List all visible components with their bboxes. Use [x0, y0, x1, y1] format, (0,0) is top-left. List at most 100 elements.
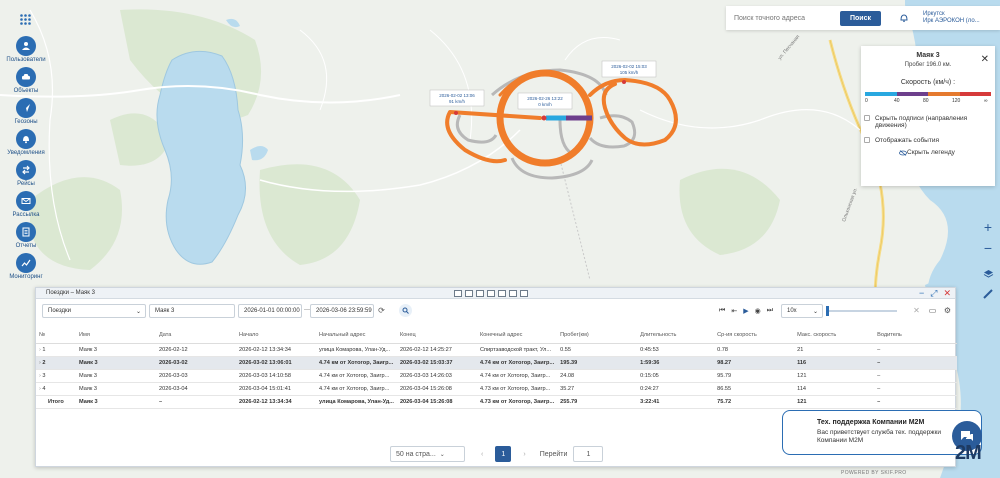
column-header[interactable]: Начало [236, 328, 316, 344]
refresh-icon[interactable]: ⟳ [375, 304, 388, 317]
goto-page-input[interactable]: 1 [573, 446, 604, 462]
search-icon[interactable] [399, 304, 412, 317]
date-to-input[interactable]: 2026-03-06 23:59:59 [310, 304, 374, 318]
prev-icon[interactable]: ⇤ [731, 307, 737, 315]
zoom-in-icon[interactable]: + [978, 217, 998, 237]
close-icon[interactable]: ✕ [943, 288, 951, 299]
layout-split-icon[interactable] [476, 290, 484, 297]
map-label-time: 2026-02-26 13:22 [527, 96, 563, 101]
table-cell: – [874, 356, 957, 370]
table-cell: › 1 [36, 343, 76, 357]
trips-panel-header[interactable]: Поездки – Маяк 3 − ⤢ ✕ [36, 288, 955, 299]
layout-left-icon[interactable] [454, 290, 462, 297]
playback-slider[interactable] [826, 306, 897, 316]
table-cell: 0:45:53 [637, 343, 715, 357]
report-type-select[interactable]: Поездки ⌄ [42, 304, 146, 318]
close-icon[interactable]: ✕ [981, 54, 989, 65]
sidebar-item-notifications[interactable]: Уведомления [7, 129, 45, 156]
sidebar-item-label: Уведомления [7, 150, 45, 156]
column-header[interactable]: Имя [76, 328, 156, 344]
skip-back-icon[interactable]: ⏮ [719, 307, 725, 315]
hide-legend-link[interactable]: Скрыть легенду [899, 149, 995, 156]
ruler-icon[interactable] [978, 284, 998, 304]
table-row[interactable]: › 4 Маяк 3 2026-03-04 2026-03-04 15:01:41 4.… [36, 382, 957, 396]
layout-top-icon[interactable] [487, 290, 495, 297]
column-header[interactable]: № [36, 328, 76, 344]
search-button[interactable]: Поиск [840, 10, 882, 26]
sidebar-item-users[interactable]: Пользователи [6, 36, 46, 63]
table-header-row: № Имя Дата Начало Начальный адрес Конец … [36, 328, 957, 344]
table-cell: 75.72 [714, 395, 795, 409]
prev-page-icon[interactable]: ‹ [481, 451, 483, 458]
table-row[interactable]: › 3 Маяк 3 2026-03-03 2026-03-03 14:10:58 4.… [36, 369, 957, 383]
table-cell: Маяк 3 [76, 369, 156, 383]
column-header[interactable]: Длительность [637, 328, 715, 344]
address-search-input[interactable] [734, 10, 834, 26]
hide-legend-label: Скрыть легенду [907, 149, 955, 156]
sidebar-item-reports[interactable]: Отчеты [8, 222, 44, 249]
hide-labels-checkbox[interactable]: Скрыть подписи (направления движения) [864, 115, 995, 129]
skip-forward-icon[interactable]: ⏭ [767, 307, 773, 315]
table-row[interactable]: › 2 Маяк 3 2026-03-02 2026-03-02 13:06:01 4.… [36, 356, 957, 370]
company-selector[interactable]: Иркутск Ирк АЭРОКОН (ло... [923, 11, 980, 25]
support-title: Тех. поддержка Компании M2M [817, 419, 925, 426]
column-header[interactable]: Макс. скорость [794, 328, 875, 344]
current-page-button[interactable]: 1 [495, 446, 512, 462]
column-header[interactable]: Дата [156, 328, 236, 344]
checkbox-box[interactable] [864, 137, 870, 143]
sidebar-item-geofences[interactable]: Геозоны [8, 98, 44, 125]
close-icon[interactable]: ✕ [910, 304, 923, 317]
column-header[interactable]: Конечный адрес [476, 328, 558, 344]
table-cell: 2026-03-02 15:03:37 [396, 356, 477, 370]
table-cell: 21 [794, 343, 875, 357]
page-size-select[interactable]: 50 на стра... ⌄ [390, 446, 465, 462]
slider-thumb[interactable] [826, 306, 829, 316]
city-label: Иркутск [923, 11, 945, 17]
minimize-icon[interactable]: − [919, 288, 924, 299]
legend-speed-label: Скорость (км/ч) : [900, 79, 956, 86]
sidebar-item-mailing[interactable]: Рассылка [8, 191, 44, 218]
map-label-time: 2026-02-02 13:06 [439, 93, 475, 98]
table-row[interactable]: › 1 Маяк 3 2026-02-12 2026-02-12 13:34:34 ул… [36, 343, 957, 357]
sidebar-item-trips[interactable]: Рейсы [8, 160, 44, 187]
speed-segment [959, 92, 991, 96]
playback-speed-value: 10x [787, 308, 797, 314]
table-cell: Маяк 3 [76, 343, 156, 357]
table-cell: Маяк 3 [76, 356, 156, 370]
apps-grid-icon[interactable] [14, 8, 36, 30]
layout-full-icon[interactable] [509, 290, 517, 297]
date-from-input[interactable]: 2026-01-01 00:00:00 [238, 304, 302, 318]
table-cell: 2026-02-12 14:25:27 [396, 343, 477, 357]
pagination: 50 на стра... ⌄ ‹ 1 › Перейти 1 [390, 446, 604, 462]
column-header[interactable]: Водитель [874, 328, 957, 344]
sidebar-item-objects[interactable]: Объекты [8, 67, 44, 94]
table-cell: Спиртзаводской тракт, Ул... [476, 343, 558, 357]
speed-segment [865, 92, 897, 96]
object-select[interactable]: Маяк 3 [149, 304, 235, 318]
column-header[interactable]: Ср-ия скорость [714, 328, 795, 344]
layers-icon[interactable] [978, 264, 998, 284]
date-from-value: 2026-01-01 00:00:00 [244, 308, 300, 314]
sidebar-item-monitoring[interactable]: Мониторинг [8, 253, 44, 280]
play-icon[interactable]: ▶ [743, 307, 748, 315]
export-icon[interactable]: ▭ [926, 304, 939, 317]
stop-icon[interactable]: ◉ [755, 307, 761, 315]
table-total-row: Итого Маяк 3–2026-02-12 13:34:34 улица Ком… [36, 395, 957, 409]
expand-icon[interactable]: ⤢ [930, 288, 937, 299]
zoom-out-icon[interactable]: − [978, 238, 998, 258]
notifications-bell-icon[interactable] [895, 9, 913, 27]
sidebar-item-label: Мониторинг [9, 274, 43, 280]
layout-mini-icon[interactable] [520, 290, 528, 297]
show-events-checkbox[interactable]: Отображать события [864, 137, 995, 144]
column-header[interactable]: Начальный адрес [316, 328, 397, 344]
column-header[interactable]: Конец [396, 328, 477, 344]
checkbox-box[interactable] [864, 115, 870, 121]
table-cell: 2026-03-03 14:10:58 [236, 369, 316, 383]
layout-bottom-icon[interactable] [498, 290, 506, 297]
playback-speed-select[interactable]: 10x ⌄ [781, 304, 823, 318]
column-header[interactable]: Пробег(км) [557, 328, 638, 344]
next-page-icon[interactable]: › [523, 451, 525, 458]
layout-right-icon[interactable] [465, 290, 473, 297]
gear-icon[interactable]: ⚙ [941, 304, 954, 317]
top-bar: Поиск Иркутск Ирк АЭРОКОН (ло... [726, 6, 1000, 30]
